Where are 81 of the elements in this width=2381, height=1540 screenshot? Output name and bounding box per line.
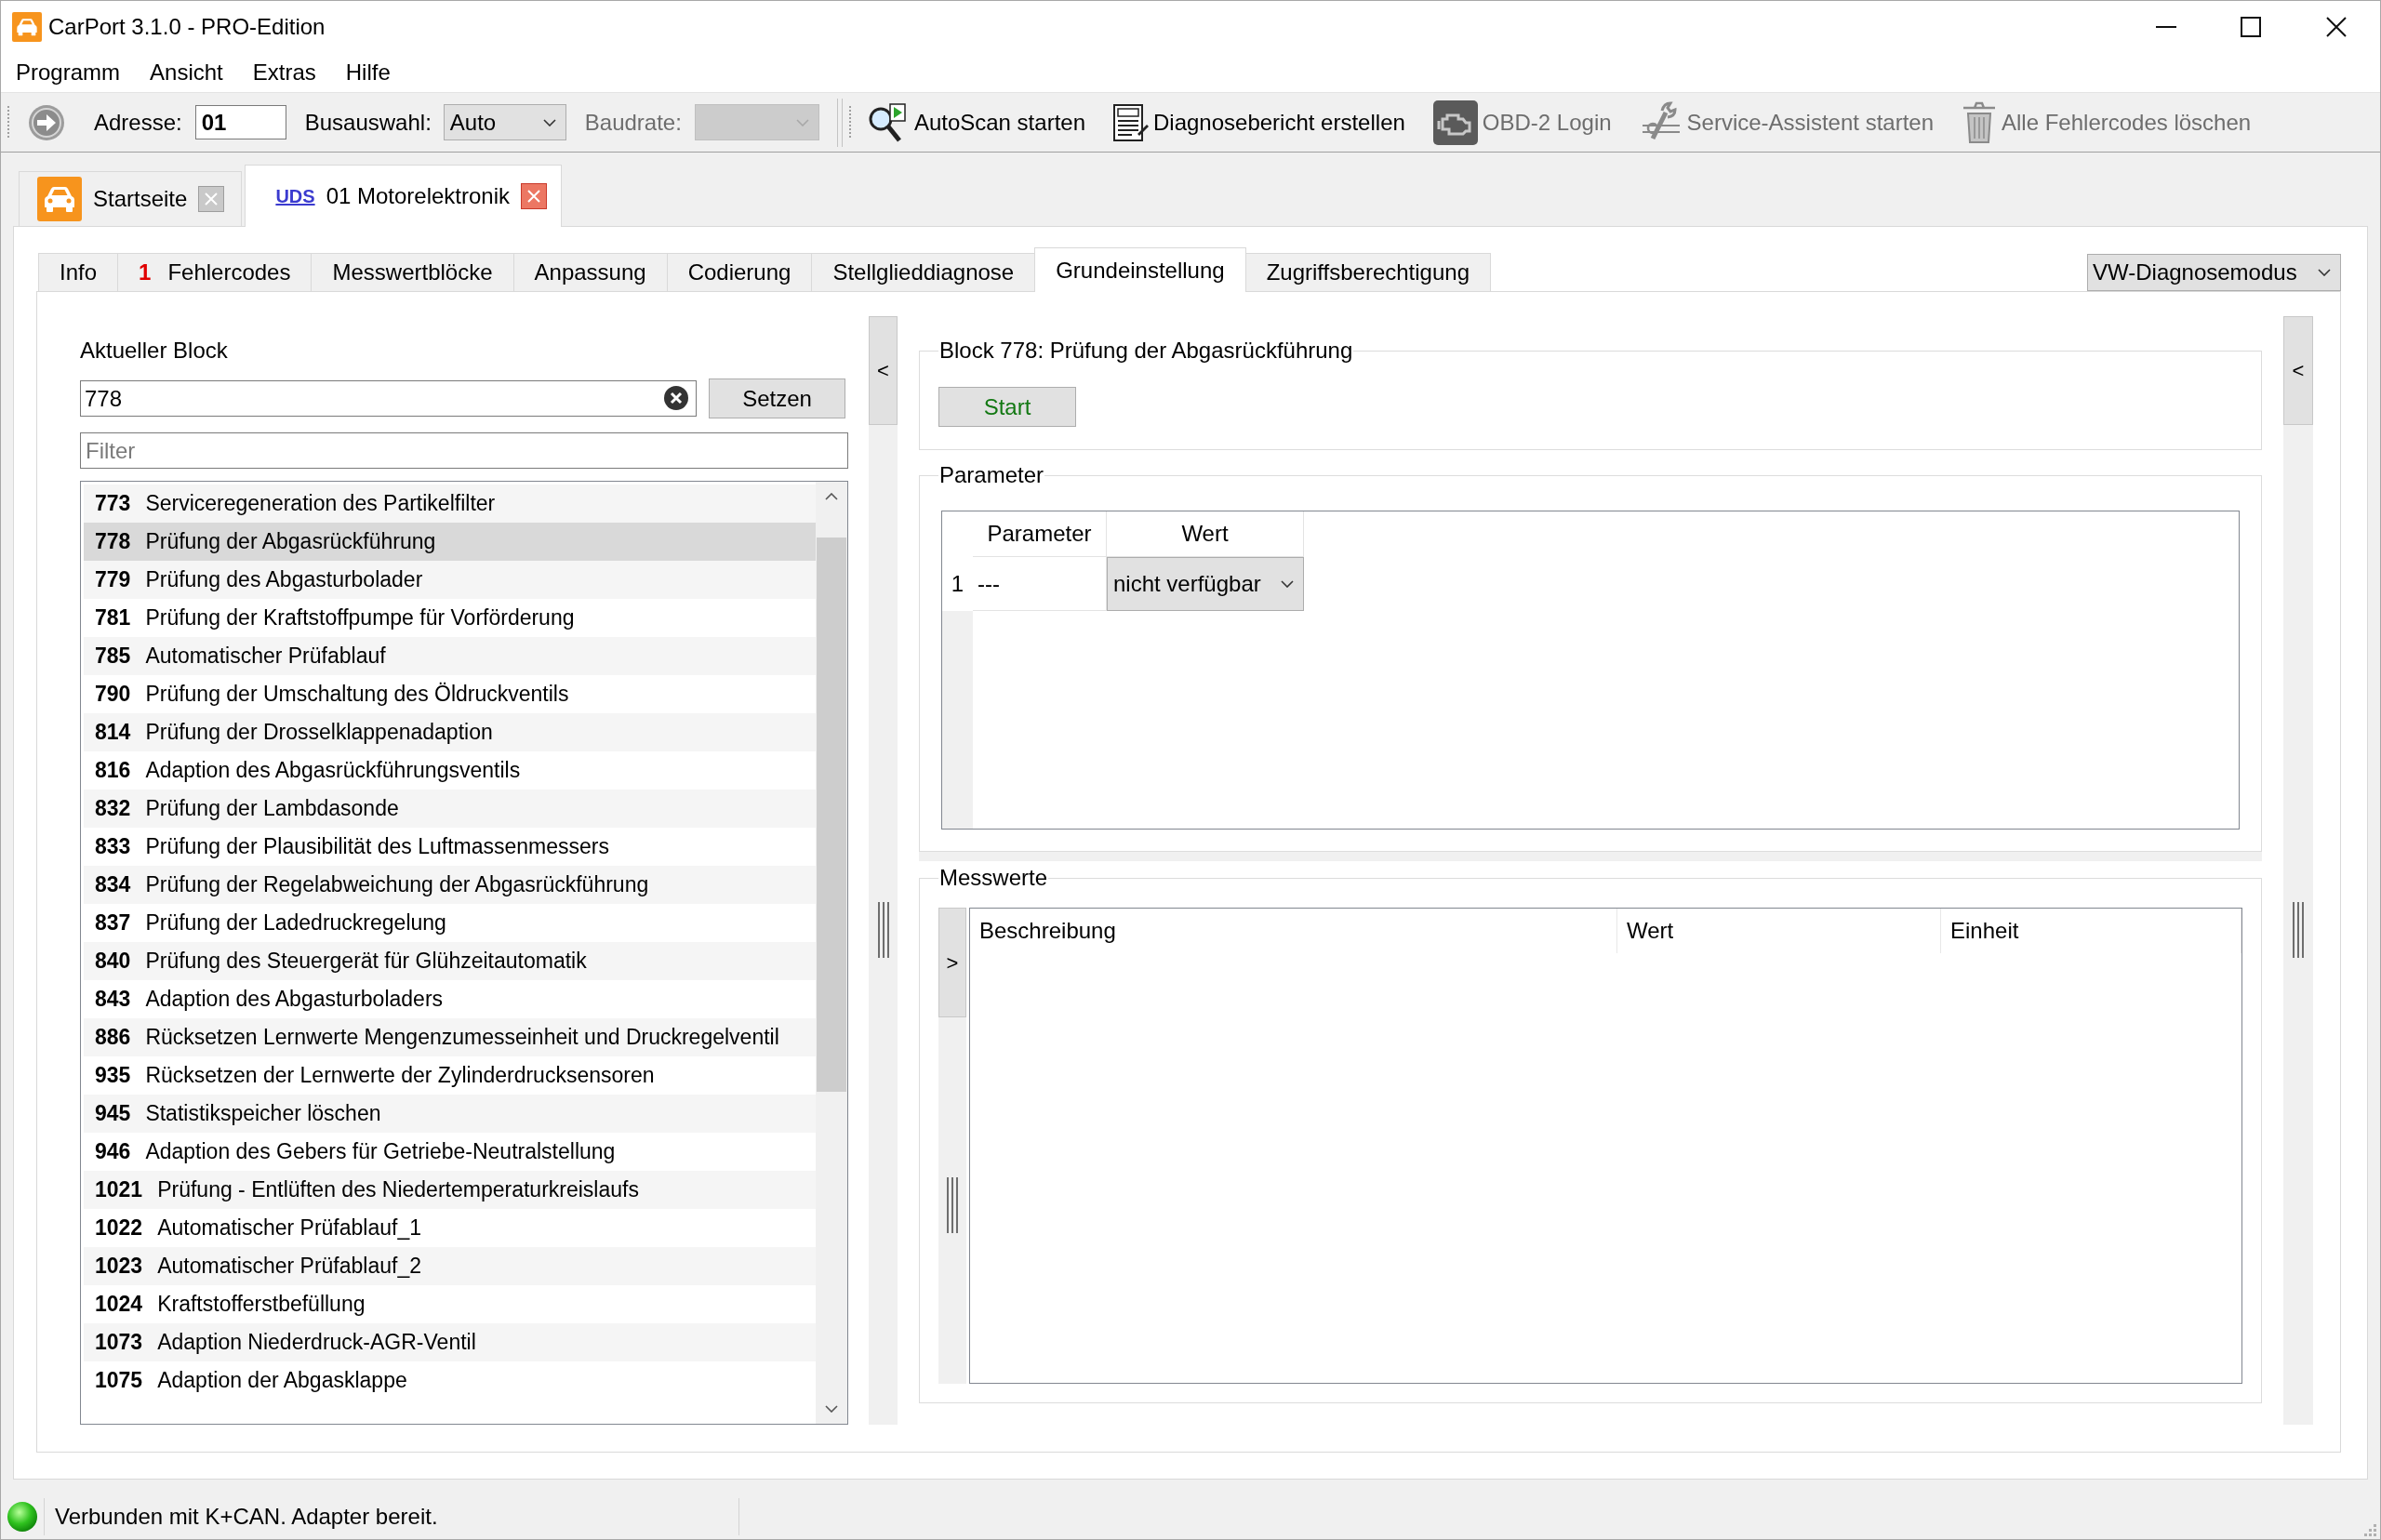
block-list-item[interactable]: 945 Statistikspeicher löschen: [84, 1095, 816, 1133]
tab[interactable]: Stellglieddiagnose: [811, 253, 1036, 291]
tab[interactable]: Anpassung: [512, 253, 668, 291]
splitter[interactable]: <: [2283, 316, 2313, 1425]
block-list-item[interactable]: 814 Prüfung der Drosselklappenadaption: [84, 713, 816, 751]
column-header: Wert: [1617, 909, 1941, 953]
tab[interactable]: Zugriffsberechtigung: [1244, 253, 1491, 291]
clear-icon[interactable]: [664, 386, 688, 410]
set-button[interactable]: Setzen: [709, 378, 845, 418]
address-field[interactable]: 01: [194, 105, 286, 139]
engine-icon: [1432, 100, 1478, 145]
bus-label: Busauswahl:: [304, 108, 432, 137]
grip-icon[interactable]: [877, 902, 889, 958]
block-list-item[interactable]: 773 Serviceregeneration des Partikelfilter: [84, 485, 816, 523]
window-title: CarPort 3.1.0 - PRO-Edition: [48, 12, 326, 41]
grip-icon[interactable]: [2293, 902, 2304, 958]
tab[interactable]: Messwertblöcke: [311, 253, 514, 291]
toolbar-button[interactable]: AutoScan starten: [866, 99, 1085, 146]
block-list-item[interactable]: 779 Prüfung des Abgasturbolader: [84, 561, 816, 599]
block-list-item[interactable]: 785 Automatischer Prüfablauf: [84, 637, 816, 675]
collapse-button[interactable]: <: [2283, 316, 2313, 425]
group-title: Messwerte: [938, 865, 1049, 891]
grip-icon[interactable]: [7, 105, 10, 139]
car-icon: [12, 11, 42, 42]
bus-dropdown[interactable]: Auto: [443, 104, 566, 140]
column-header: Einheit: [1941, 909, 2241, 953]
column-header: Parameter: [973, 511, 1107, 557]
document-tab[interactable]: Startseite: [19, 171, 243, 226]
block-list-item[interactable]: 778 Prüfung der Abgasrückführung: [84, 523, 816, 561]
address-label: Adresse:: [94, 108, 182, 137]
resize-grip-icon[interactable]: [2362, 1522, 2377, 1537]
block-list-item[interactable]: 840 Prüfung des Steuergerät für Glühzeitautomatik: [84, 942, 816, 980]
splitter[interactable]: <: [869, 316, 898, 1425]
block-list-item[interactable]: 832 Prüfung der Lambdasonde: [84, 790, 816, 828]
group-title: Parameter: [938, 462, 1045, 488]
tab[interactable]: Info: [38, 253, 119, 291]
start-button[interactable]: Start: [938, 387, 1076, 427]
minimize-icon[interactable]: [2156, 25, 2176, 28]
menu-item[interactable]: Hilfe: [330, 55, 406, 89]
value-dropdown[interactable]: nicht verfügbar: [1107, 557, 1304, 611]
row-number: 1: [950, 570, 965, 598]
baudrate-label: Baudrate:: [584, 108, 682, 137]
car-icon: [37, 177, 82, 221]
collapse-button[interactable]: <: [869, 316, 898, 425]
tab[interactable]: 1 Fehlercodes: [117, 253, 313, 291]
menu-item[interactable]: Programm: [1, 55, 136, 89]
chevron-down-icon[interactable]: [542, 118, 556, 126]
group-title: Block 778: Prüfung der Abgasrückführung: [938, 338, 1354, 364]
block-list-item[interactable]: 1023 Automatischer Prüfablauf_2: [84, 1247, 816, 1285]
grip-icon[interactable]: [947, 1177, 958, 1233]
expand-button[interactable]: >: [938, 908, 966, 1017]
menu-item[interactable]: Ansicht: [135, 55, 238, 89]
tab[interactable]: Grundeinstellung: [1034, 247, 1246, 292]
arrow-right-icon[interactable]: [28, 103, 65, 141]
chevron-down-icon[interactable]: [825, 1405, 838, 1413]
scrollbar-thumb[interactable]: [817, 538, 846, 1092]
block-label: Aktueller Block: [80, 338, 229, 364]
toolbar-button[interactable]: Diagnosebericht erstellen: [1113, 99, 1405, 146]
menu-item[interactable]: Extras: [237, 55, 331, 89]
chevron-down-icon[interactable]: [1281, 580, 1294, 588]
document-tab[interactable]: UDS 01 Motorelektronik: [245, 165, 563, 227]
scrollbar[interactable]: [816, 482, 847, 1424]
chevron-down-icon[interactable]: [2318, 269, 2331, 276]
block-list-item[interactable]: 886 Rücksetzen Lernwerte Mengenzumesseinheit und Druckregelventil: [84, 1018, 816, 1056]
filter-field[interactable]: Filter: [80, 432, 848, 469]
close-icon[interactable]: [2326, 16, 2347, 37]
maximize-icon[interactable]: [2241, 16, 2261, 37]
block-list-item[interactable]: 1021 Prüfung - Entlüften des Niedertemperaturkreislaufs: [84, 1171, 816, 1209]
block-field[interactable]: 778: [80, 380, 697, 417]
block-list-item[interactable]: 1073 Adaption Niederdruck-AGR-Ventil: [84, 1323, 816, 1361]
chevron-up-icon[interactable]: [825, 493, 838, 500]
document-icon: [1113, 103, 1149, 141]
status-text: Verbunden mit K+CAN. Adapter bereit.: [55, 1503, 438, 1531]
column-header: Beschreibung: [970, 909, 1617, 953]
block-list-item[interactable]: 834 Prüfung der Regelabweichung der Abgasrückführung: [84, 866, 816, 904]
mode-dropdown[interactable]: VW-Diagnosemodus: [2087, 254, 2341, 291]
trash-icon: [1962, 100, 1997, 144]
tab[interactable]: Codierung: [666, 253, 813, 291]
error-count: 1: [139, 259, 152, 286]
protocol-label: UDS: [275, 185, 315, 208]
grip-icon[interactable]: [847, 105, 852, 139]
